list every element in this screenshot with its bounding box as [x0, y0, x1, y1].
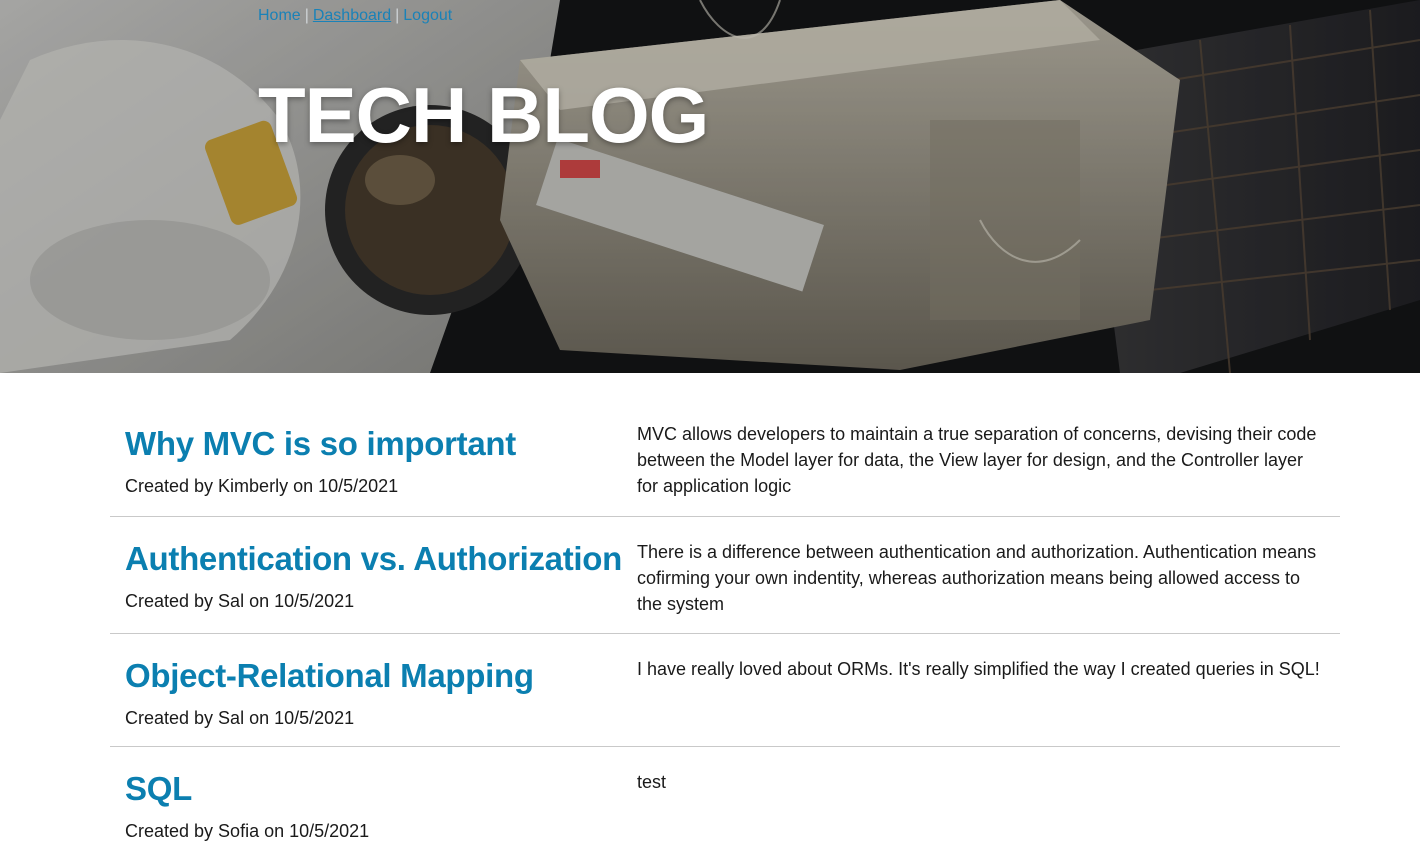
post-title-link[interactable]: Object-Relational Mapping	[125, 656, 637, 696]
post-body: test	[637, 772, 667, 792]
nav-separator: |	[395, 7, 400, 24]
post-list: Why MVC is so important Created by Kimbe…	[110, 408, 1340, 846]
nav-home-link[interactable]: Home	[258, 7, 301, 24]
post-meta: Created by Sal on 10/5/2021	[125, 708, 355, 728]
post-meta: Created by Sofia on 10/5/2021	[125, 821, 370, 841]
post-content: There is a difference between authentica…	[637, 517, 1340, 633]
post-content: I have really loved about ORMs. It's rea…	[637, 634, 1340, 746]
hero-banner: Home | Dashboard | Logout TECH BLOG	[0, 0, 1420, 373]
nav-separator: |	[304, 7, 309, 24]
post-header: Authentication vs. Authorization Created…	[110, 517, 637, 633]
nav-logout-link[interactable]: Logout	[403, 7, 452, 24]
post-item: Why MVC is so important Created by Kimbe…	[110, 408, 1340, 517]
post-meta: Created by Kimberly on 10/5/2021	[125, 476, 399, 496]
post-content: MVC allows developers to maintain a true…	[637, 408, 1340, 516]
post-title-link[interactable]: Authentication vs. Authorization	[125, 539, 637, 579]
post-body: MVC allows developers to maintain a true…	[637, 424, 1317, 496]
post-item: Object-Relational Mapping Created by Sal…	[110, 634, 1340, 747]
post-header: Object-Relational Mapping Created by Sal…	[110, 634, 637, 746]
post-meta: Created by Sal on 10/5/2021	[125, 591, 355, 611]
post-item: Authentication vs. Authorization Created…	[110, 517, 1340, 634]
post-body: I have really loved about ORMs. It's rea…	[637, 659, 1320, 679]
post-body: There is a difference between authentica…	[637, 542, 1317, 614]
nav-dashboard-link[interactable]: Dashboard	[313, 7, 391, 24]
post-item: SQL Created by Sofia on 10/5/2021 test	[110, 747, 1340, 846]
top-nav: Home | Dashboard | Logout	[258, 6, 452, 26]
post-content: test	[637, 747, 1340, 846]
hero-overlay	[0, 0, 1420, 373]
post-header: Why MVC is so important Created by Kimbe…	[110, 408, 637, 516]
post-header: SQL Created by Sofia on 10/5/2021	[110, 747, 637, 846]
site-title: TECH BLOG	[258, 71, 709, 159]
post-title-link[interactable]: Why MVC is so important	[125, 424, 637, 464]
post-title-link[interactable]: SQL	[125, 769, 637, 809]
